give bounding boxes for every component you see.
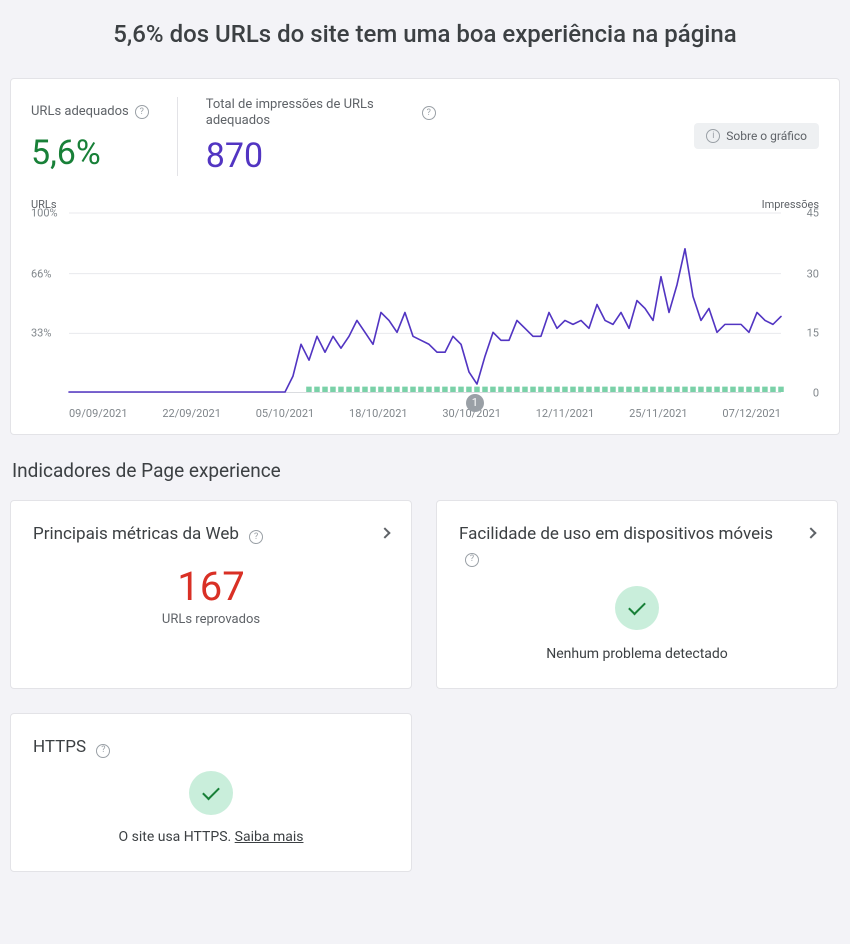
cwv-failed-count: 167 [33,563,389,610]
help-icon[interactable]: ? [96,744,110,758]
card-https-title: HTTPS ? [33,736,389,759]
chart-plot[interactable]: 1 [69,213,781,393]
card-cwv-title: Principais métricas da Web ? [33,523,371,546]
page-headline: 5,6% dos URLs do site tem uma boa experi… [10,20,840,48]
info-icon: i [706,129,720,143]
stat-impressions[interactable]: Total de impressões de URLs adequados ? … [177,97,464,176]
check-icon [615,586,659,630]
stats-row: URLs adequados ? 5,6% Total de impressõe… [31,97,819,176]
card-core-web-vitals[interactable]: Principais métricas da Web ? 167 URLs re… [10,500,412,690]
card-mobile-usability[interactable]: Facilidade de uso em dispositivos móveis… [436,500,838,690]
x-axis: 09/09/2021 22/09/2021 05/10/2021 18/10/2… [31,393,819,420]
help-icon[interactable]: ? [422,106,436,120]
chevron-right-icon [805,527,816,538]
section-title: Indicadores de Page experience [12,459,840,482]
chevron-right-icon [379,527,390,538]
check-icon [189,771,233,815]
chart: URLs Impressões 100% 66% 33% [31,198,819,420]
card-mobile-title: Facilidade de uso em dispositivos móveis… [459,523,797,569]
learn-more-link[interactable]: Saiba mais [235,829,304,845]
about-chart-label: Sobre o gráfico [726,129,807,143]
y-axis-left: 100% 66% 33% [31,213,69,393]
stat-impressions-value: 870 [206,136,436,176]
stat-impressions-label: Total de impressões de URLs adequados [206,97,416,130]
about-chart-button[interactable]: i Sobre o gráfico [694,123,819,149]
help-icon[interactable]: ? [135,105,149,119]
help-icon[interactable]: ? [465,553,479,567]
y-axis-right: 45 30 15 0 [781,213,819,393]
stat-good-urls[interactable]: URLs adequados ? 5,6% [31,97,177,173]
stat-good-urls-value: 5,6% [31,133,149,173]
chart-event-marker[interactable]: 1 [466,394,484,412]
help-icon[interactable]: ? [249,530,263,544]
mobile-status: Nenhum problema detectado [459,646,815,662]
cwv-failed-label: URLs reprovados [33,612,389,627]
overview-card: URLs adequados ? 5,6% Total de impressõe… [10,78,840,435]
indicator-cards: Principais métricas da Web ? 167 URLs re… [10,500,840,873]
stat-good-urls-label: URLs adequados [31,104,129,120]
card-https: HTTPS ? O site usa HTTPS. Saiba mais [10,713,412,872]
https-status: O site usa HTTPS. Saiba mais [33,829,389,845]
